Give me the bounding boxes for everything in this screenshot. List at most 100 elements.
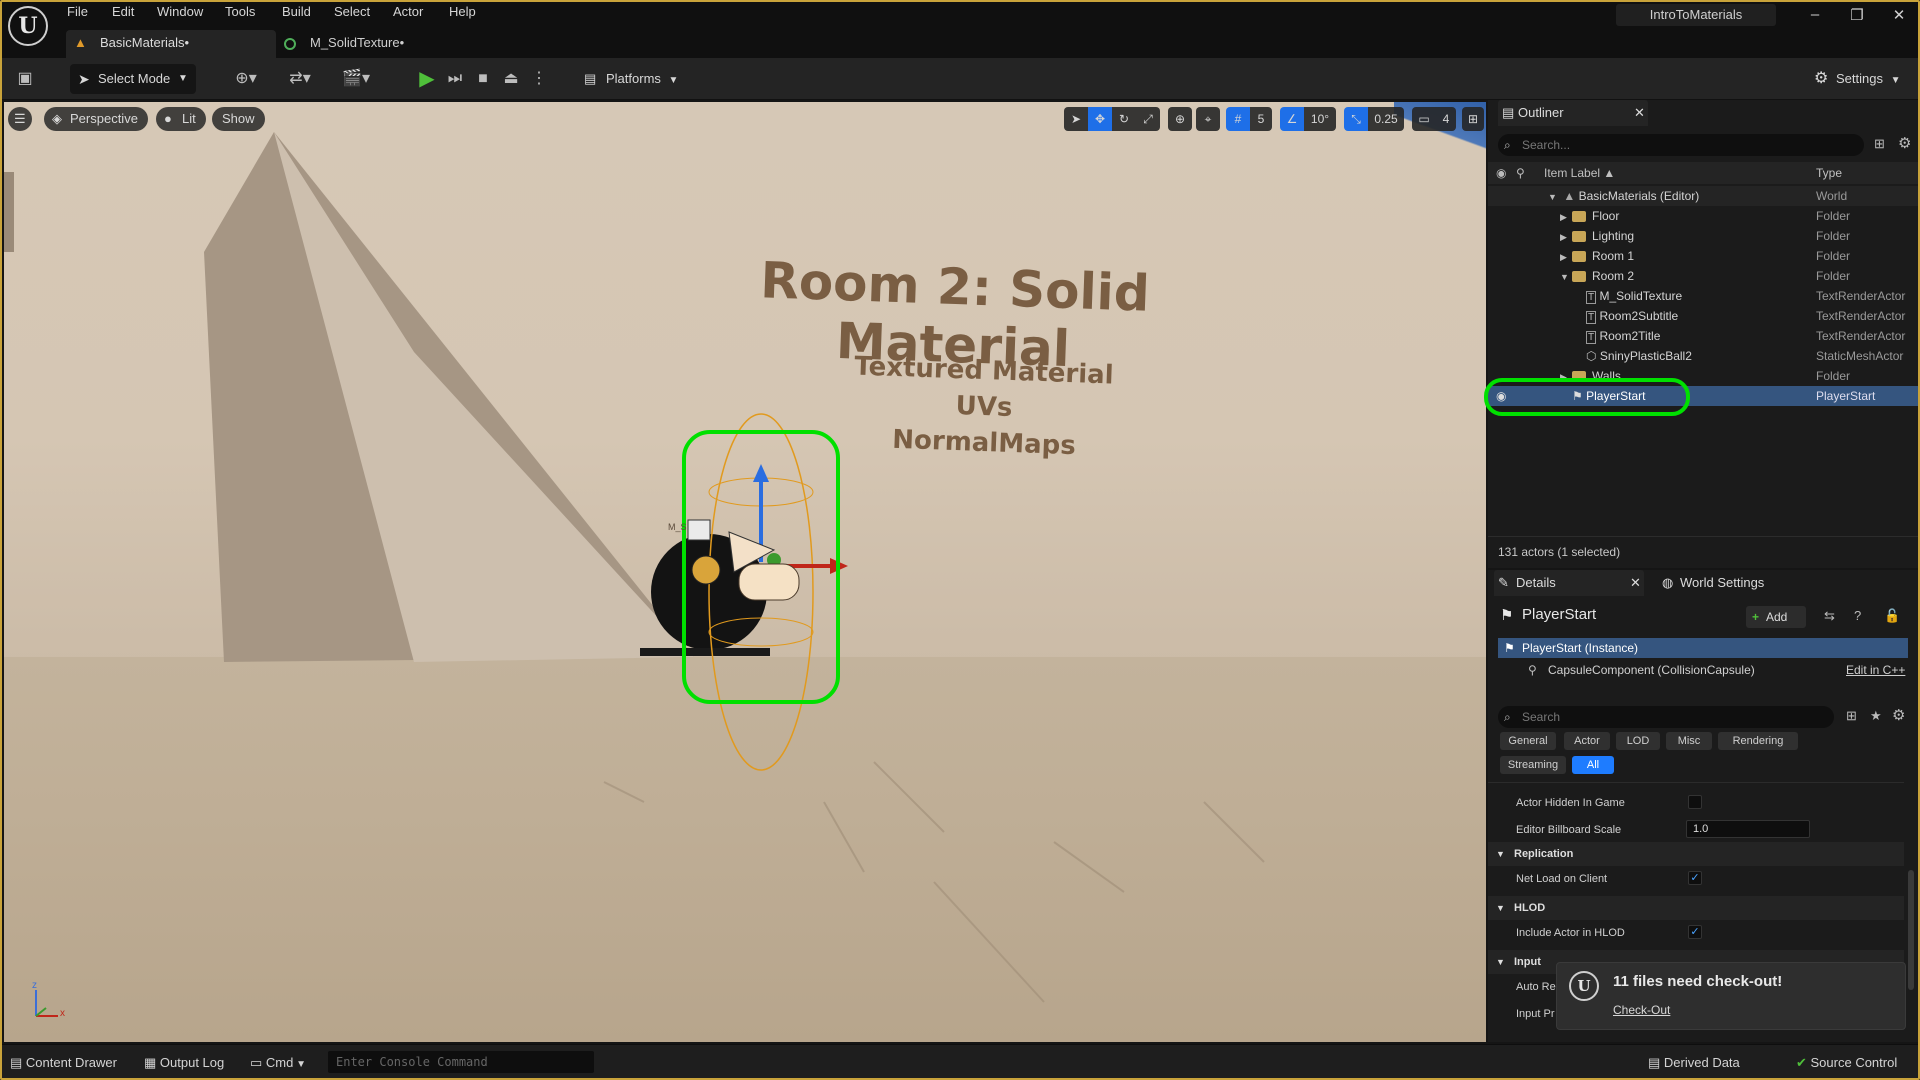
instance-row[interactable]: ⚑ PlayerStart (Instance) bbox=[1498, 638, 1908, 658]
source-control-button[interactable]: ✔ Source Control bbox=[1796, 1055, 1897, 1071]
add-folder-icon[interactable]: ⊞ bbox=[1874, 136, 1885, 152]
camera-speed-value[interactable]: 4 bbox=[1436, 107, 1456, 131]
filter-streaming[interactable]: Streaming bbox=[1500, 756, 1566, 774]
tab-m-solidtexture[interactable]: M_SolidTexture• bbox=[276, 30, 426, 58]
output-log-button[interactable]: ▦ Output Log bbox=[144, 1055, 224, 1071]
translate-tool-icon[interactable]: ✥ bbox=[1088, 107, 1112, 131]
edit-in-cpp-link[interactable]: Edit in C++ bbox=[1846, 660, 1905, 680]
filter-all[interactable]: All bbox=[1572, 756, 1614, 774]
item-label-column[interactable]: Item Label ▲ bbox=[1544, 162, 1615, 184]
platforms-button[interactable]: ▤ Platforms ▼ bbox=[580, 64, 680, 94]
add-content-icon[interactable]: ⊕▾ bbox=[228, 68, 264, 90]
select-mode-button[interactable]: ➤ Select Mode ▼ bbox=[70, 64, 196, 94]
save-icon[interactable]: ▣ bbox=[14, 68, 36, 90]
stop-icon[interactable]: ■ bbox=[472, 68, 494, 90]
surface-snap-icon[interactable]: ⌖ bbox=[1196, 107, 1220, 131]
menu-build[interactable]: Build bbox=[282, 4, 311, 19]
table-view-icon[interactable]: ⊞ bbox=[1846, 708, 1857, 724]
lit-button[interactable]: ● Lit bbox=[156, 107, 206, 131]
tab-basicmaterials[interactable]: ▲ BasicMaterials• bbox=[66, 30, 276, 58]
include-hlod-checkbox[interactable]: ✓ bbox=[1688, 925, 1702, 939]
outliner-row-m-solidtexture[interactable]: T M_SolidTexture TextRenderActor bbox=[1488, 286, 1918, 306]
filter-rendering[interactable]: Rendering bbox=[1718, 732, 1798, 750]
layout-icon[interactable]: ⊞ bbox=[1462, 107, 1484, 131]
filter-general[interactable]: General bbox=[1500, 732, 1556, 750]
star-icon[interactable]: ★ bbox=[1870, 708, 1882, 724]
menu-actor[interactable]: Actor bbox=[393, 4, 423, 19]
cinematics-icon[interactable]: 🎬▾ bbox=[338, 68, 374, 90]
filter-misc[interactable]: Misc bbox=[1666, 732, 1712, 750]
lock-icon[interactable]: 🔓 bbox=[1884, 608, 1900, 624]
outliner-row-ball[interactable]: ⬡ SninyPlasticBall2 StaticMeshActor bbox=[1488, 346, 1918, 366]
outliner-tab[interactable]: ▤ Outliner ✕ bbox=[1498, 100, 1648, 126]
details-search-input[interactable]: ⌕ Search bbox=[1498, 706, 1834, 728]
help-icon[interactable]: ? bbox=[1854, 608, 1861, 623]
outliner-row-lighting[interactable]: ▶ Lighting Folder bbox=[1488, 226, 1918, 246]
world-local-icon[interactable]: ⊕ bbox=[1168, 107, 1192, 131]
filter-actor[interactable]: Actor bbox=[1564, 732, 1610, 750]
net-load-checkbox[interactable]: ✓ bbox=[1688, 871, 1702, 885]
details-scrollbar[interactable] bbox=[1908, 870, 1914, 990]
derived-data-button[interactable]: ▤ Derived Data bbox=[1648, 1055, 1740, 1071]
scale-snap-icon[interactable]: ⤡ bbox=[1344, 107, 1368, 131]
menu-edit[interactable]: Edit bbox=[112, 4, 134, 19]
eject-icon[interactable]: ⏏ bbox=[500, 68, 522, 90]
perspective-button[interactable]: ◈ Perspective bbox=[44, 107, 148, 131]
scale-tool-icon[interactable]: ⤢ bbox=[1136, 107, 1160, 131]
rotate-tool-icon[interactable]: ↻ bbox=[1112, 107, 1136, 131]
level-viewport[interactable]: Room 2: Solid Material Textured Material… bbox=[4, 102, 1486, 1042]
viewport-menu-icon[interactable]: ☰ bbox=[8, 107, 32, 131]
checkout-link[interactable]: Check-Out bbox=[1613, 1003, 1670, 1017]
outliner-row-world[interactable]: ▼ ▲ BasicMaterials (Editor) World bbox=[1488, 186, 1918, 206]
select-tool-icon[interactable]: ➤ bbox=[1064, 107, 1088, 131]
camera-speed-icon[interactable]: ▭ bbox=[1412, 107, 1436, 131]
unreal-logo-icon[interactable]: U bbox=[8, 6, 48, 46]
outliner-search-input[interactable]: ⌕ Search... bbox=[1498, 134, 1864, 156]
restore-icon[interactable]: ❐ bbox=[1842, 6, 1872, 24]
actor-hidden-checkbox[interactable] bbox=[1688, 795, 1702, 809]
add-component-button[interactable]: + Add bbox=[1746, 606, 1806, 628]
world-settings-tab[interactable]: ◍ World Settings bbox=[1658, 570, 1798, 596]
gear-icon[interactable]: ⚙ bbox=[1898, 134, 1911, 152]
type-column[interactable]: Type bbox=[1816, 162, 1842, 184]
row-type: StaticMeshActor bbox=[1816, 349, 1904, 363]
section-hlod[interactable]: ▼ HLOD bbox=[1488, 896, 1904, 920]
blueprint-icon[interactable]: ⇄▾ bbox=[282, 68, 318, 90]
menu-help[interactable]: Help bbox=[449, 4, 476, 19]
close-tab-icon[interactable]: ✕ bbox=[1630, 570, 1641, 596]
section-replication[interactable]: ▼ Replication bbox=[1488, 842, 1904, 866]
menu-window[interactable]: Window bbox=[157, 4, 203, 19]
filter-lod[interactable]: LOD bbox=[1616, 732, 1660, 750]
outliner-row-floor[interactable]: ▶ Floor Folder bbox=[1488, 206, 1918, 226]
outliner-row-room2subtitle[interactable]: T Room2Subtitle TextRenderActor bbox=[1488, 306, 1918, 326]
show-button[interactable]: Show bbox=[212, 107, 265, 131]
outliner-row-room2[interactable]: ▼ Room 2 Folder bbox=[1488, 266, 1918, 286]
outliner-row-room2title[interactable]: T Room2Title TextRenderActor bbox=[1488, 326, 1918, 346]
angle-snap-value[interactable]: 10° bbox=[1304, 107, 1336, 131]
menu-tools[interactable]: Tools bbox=[225, 4, 255, 19]
grid-snap-icon[interactable]: # bbox=[1226, 107, 1250, 131]
expanded-icon: ▼ bbox=[1496, 957, 1505, 967]
content-drawer-button[interactable]: ▤ Content Drawer bbox=[10, 1055, 117, 1071]
scale-snap-value[interactable]: 0.25 bbox=[1368, 107, 1404, 131]
billboard-scale-input[interactable]: 1.0 bbox=[1686, 820, 1810, 838]
details-tab[interactable]: ✎ Details ✕ bbox=[1494, 570, 1644, 596]
menu-file[interactable]: File bbox=[67, 4, 88, 19]
console-command-input[interactable]: Enter Console Command bbox=[328, 1051, 594, 1073]
grid-snap-value[interactable]: 5 bbox=[1250, 107, 1272, 131]
settings-label: Settings bbox=[1836, 71, 1883, 86]
minimize-icon[interactable]: – bbox=[1800, 6, 1830, 23]
blueprint-convert-icon[interactable]: ⇆ bbox=[1824, 608, 1835, 624]
angle-snap-icon[interactable]: ∠ bbox=[1280, 107, 1304, 131]
step-icon[interactable]: ⏭ bbox=[444, 68, 466, 90]
outliner-row-room1[interactable]: ▶ Room 1 Folder bbox=[1488, 246, 1918, 266]
more-options-icon[interactable]: ⋮ bbox=[528, 68, 550, 90]
cmd-dropdown[interactable]: ▭ Cmd ▼ bbox=[250, 1055, 306, 1071]
menu-select[interactable]: Select bbox=[334, 4, 370, 19]
close-window-icon[interactable]: ✕ bbox=[1884, 6, 1914, 24]
settings-button[interactable]: ⚙ Settings ▼ bbox=[1812, 64, 1916, 94]
play-icon[interactable]: ▶ bbox=[416, 68, 438, 90]
component-row[interactable]: ⚲ CapsuleComponent (CollisionCapsule) Ed… bbox=[1498, 660, 1908, 680]
close-tab-icon[interactable]: ✕ bbox=[1634, 100, 1645, 126]
gear-icon[interactable]: ⚙ bbox=[1892, 706, 1905, 724]
